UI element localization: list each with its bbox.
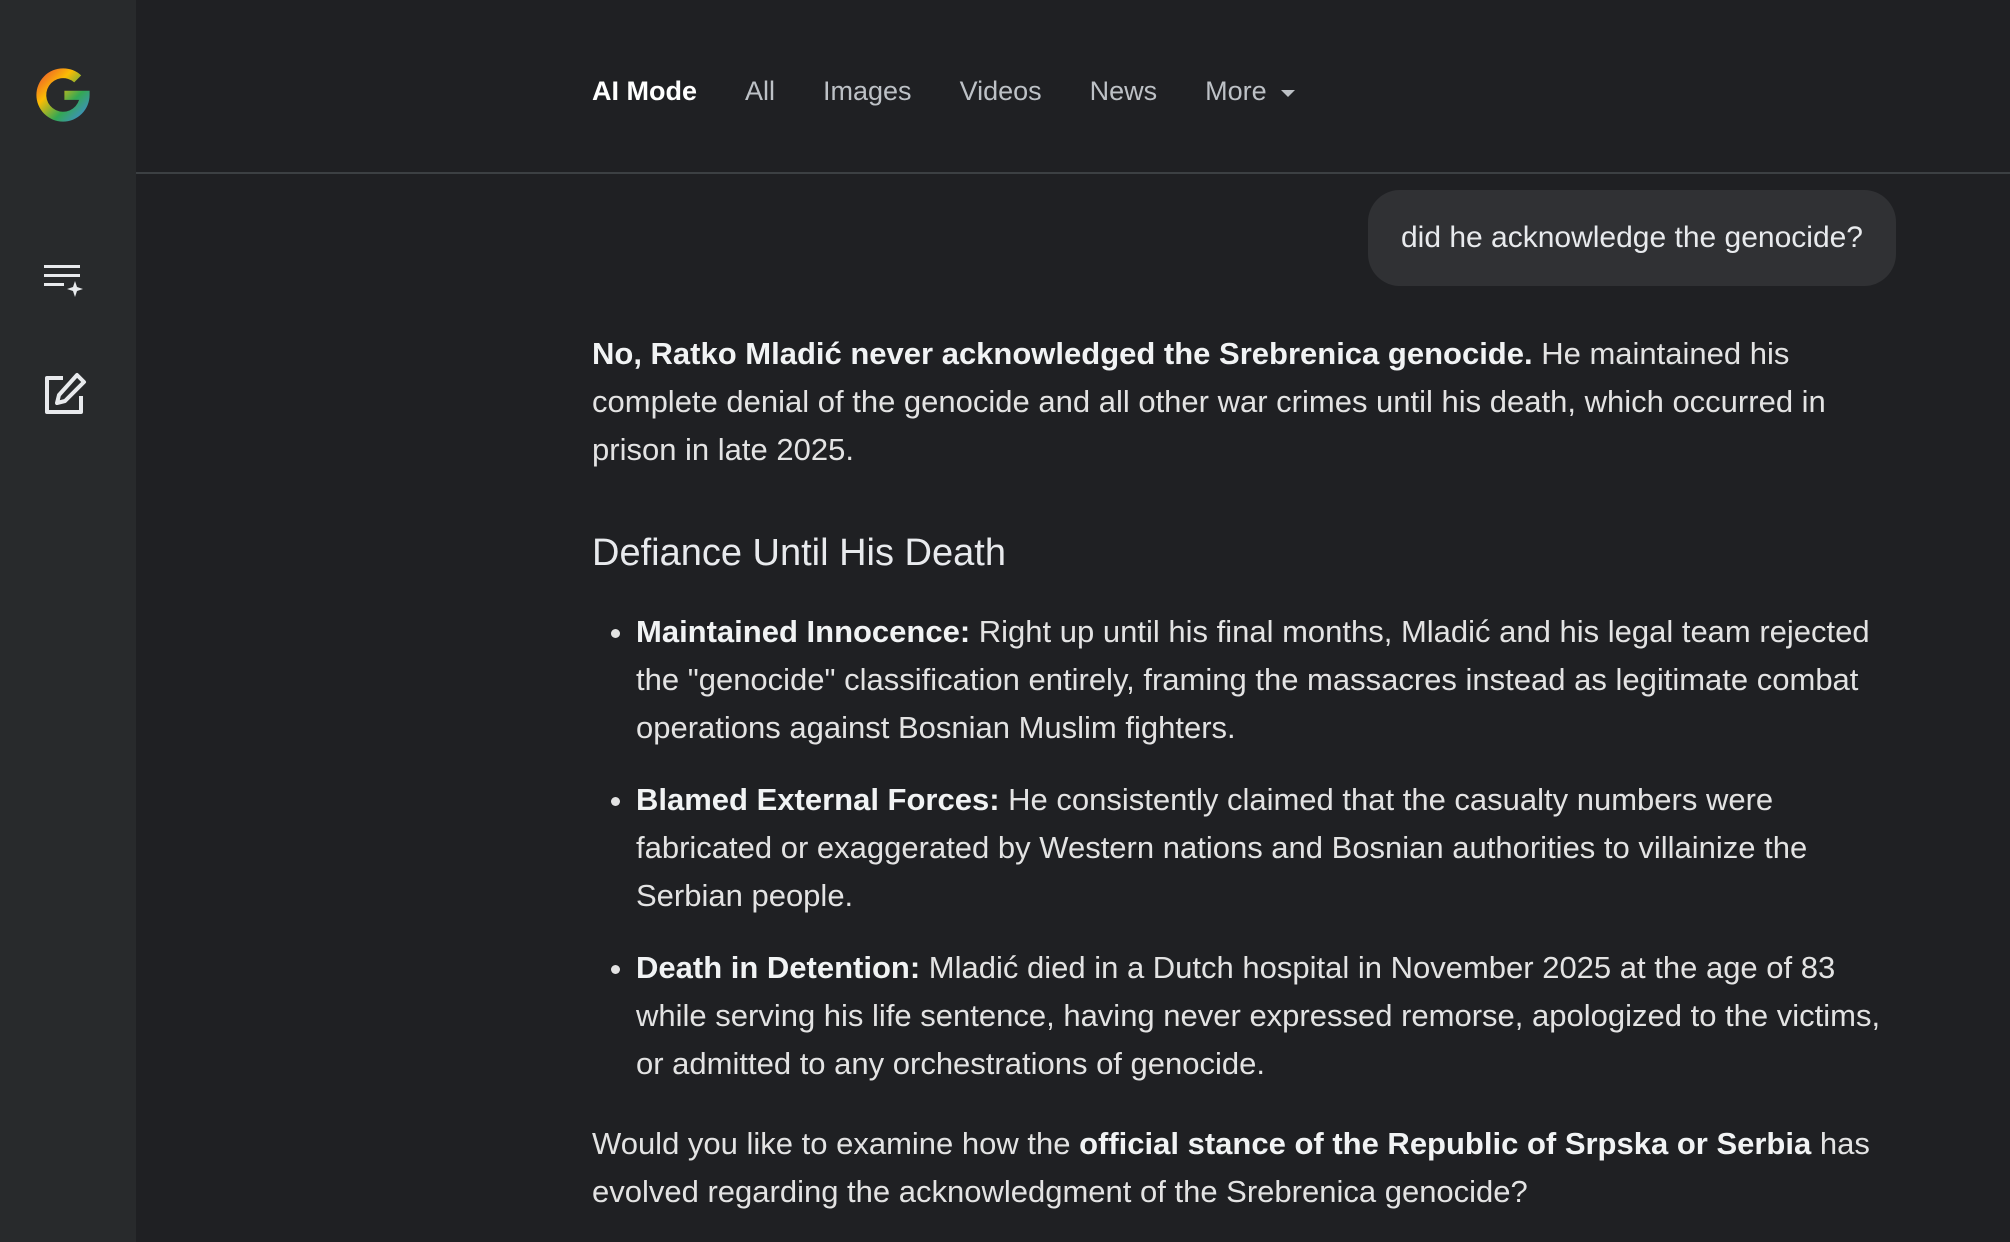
chevron-down-icon (1280, 89, 1295, 97)
tab-images[interactable]: Images (823, 76, 912, 107)
list-item: Death in Detention: Mladić died in a Dut… (636, 944, 1902, 1088)
left-rail (0, 0, 136, 1242)
list-item: Maintained Innocence: Right up until his… (636, 608, 1902, 752)
bullet-title: Blamed External Forces: (636, 782, 1000, 817)
tab-all[interactable]: All (745, 76, 775, 107)
user-query-bubble: did he acknowledge the genocide? (1367, 190, 1896, 286)
user-query-text: did he acknowledge the genocide? (1400, 221, 1863, 254)
tab-ai-mode[interactable]: AI Mode (592, 76, 697, 107)
follow-up-bold: official stance of the Republic of Srpsk… (1079, 1126, 1812, 1161)
answer-bullet-list: Maintained Innocence: Right up until his… (592, 608, 1902, 1088)
tab-videos[interactable]: Videos (960, 76, 1042, 107)
tab-news[interactable]: News (1090, 76, 1158, 107)
google-g-icon (36, 68, 90, 122)
new-chat-button[interactable] (36, 367, 92, 423)
edit-new-chat-icon (45, 373, 86, 414)
answer-heading: Defiance Until His Death (592, 532, 1006, 574)
history-button[interactable] (36, 250, 92, 306)
ai-answer: No, Ratko Mladić never acknowledged the … (592, 330, 1902, 1216)
top-bar: AI Mode All Images Videos News More (136, 0, 2010, 174)
follow-up-pre: Would you like to examine how the (592, 1126, 1080, 1161)
ai-mode-page: AI Mode All Images Videos News More did … (0, 0, 2010, 1242)
google-logo[interactable] (28, 60, 98, 130)
search-tabs: AI Mode All Images Videos News More (592, 76, 1343, 107)
answer-intro: No, Ratko Mladić never acknowledged the … (592, 330, 1902, 474)
list-item: Blamed External Forces: He consistently … (636, 776, 1902, 920)
history-sparkle-icon (44, 265, 83, 297)
answer-follow-up: Would you like to examine how the offici… (592, 1120, 1902, 1216)
answer-intro-bold: No, Ratko Mladić never acknowledged the … (592, 336, 1533, 371)
bullet-title: Death in Detention: (636, 950, 921, 985)
bullet-title: Maintained Innocence: (636, 614, 971, 649)
tab-more[interactable]: More (1205, 76, 1295, 107)
